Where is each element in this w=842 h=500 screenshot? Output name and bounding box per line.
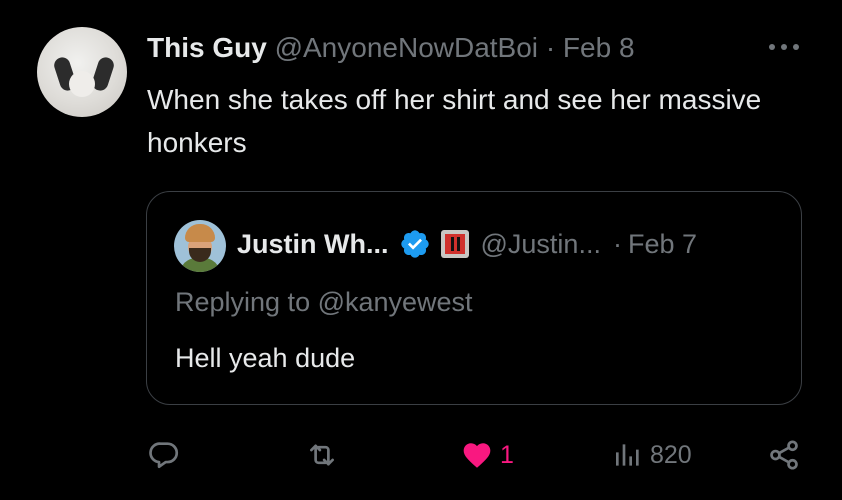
quoted-tweet-text: Hell yeah dude (175, 343, 356, 373)
user-handle[interactable]: @AnyoneNowDatBoi (275, 32, 538, 63)
tweet-text: When she takes off her shirt and see her… (147, 84, 762, 158)
reply-button[interactable] (147, 430, 181, 480)
reply-icon (149, 442, 179, 469)
quoted-tweet[interactable]: Justin Wh... @Justin... · Feb 7 Replying… (146, 191, 802, 405)
like-count: 1 (500, 440, 514, 469)
quoted-tweet-header: Justin Wh... @Justin... · Feb 7 (237, 226, 697, 262)
like-button[interactable]: 1 (460, 430, 514, 480)
tweet-date[interactable]: Feb 8 (563, 32, 635, 63)
quoted-user-avatar[interactable] (174, 220, 226, 272)
views-icon (616, 444, 639, 466)
views-count: 820 (650, 440, 692, 469)
more-options-icon[interactable] (766, 42, 802, 52)
action-bar: 1 820 (0, 430, 842, 480)
user-avatar[interactable] (37, 27, 127, 117)
affiliate-badge-icon[interactable] (440, 230, 469, 258)
quoted-user-handle[interactable]: @Justin... (481, 226, 601, 262)
quoted-tweet-date[interactable]: Feb 7 (628, 226, 697, 262)
display-name[interactable]: This Guy (147, 32, 267, 63)
replying-to: Replying to @kanyewest (175, 287, 473, 317)
quoted-display-name[interactable]: Justin Wh... (237, 226, 389, 262)
tweet-header: This Guy @AnyoneNowDatBoi · Feb 8 (147, 30, 635, 66)
tweet[interactable]: This Guy @AnyoneNowDatBoi · Feb 8 When s… (0, 0, 842, 500)
retweet-button[interactable] (304, 430, 340, 480)
views-button[interactable]: 820 (612, 430, 692, 480)
share-icon (770, 440, 798, 470)
avatar-hat (185, 224, 215, 242)
separator-dot: · (545, 32, 556, 63)
retweet-icon (310, 444, 334, 466)
share-button[interactable] (766, 430, 802, 480)
avatar-face (69, 71, 95, 97)
verified-badge-icon (399, 228, 431, 260)
heart-icon (463, 443, 491, 468)
separator-dot: · (612, 229, 622, 259)
